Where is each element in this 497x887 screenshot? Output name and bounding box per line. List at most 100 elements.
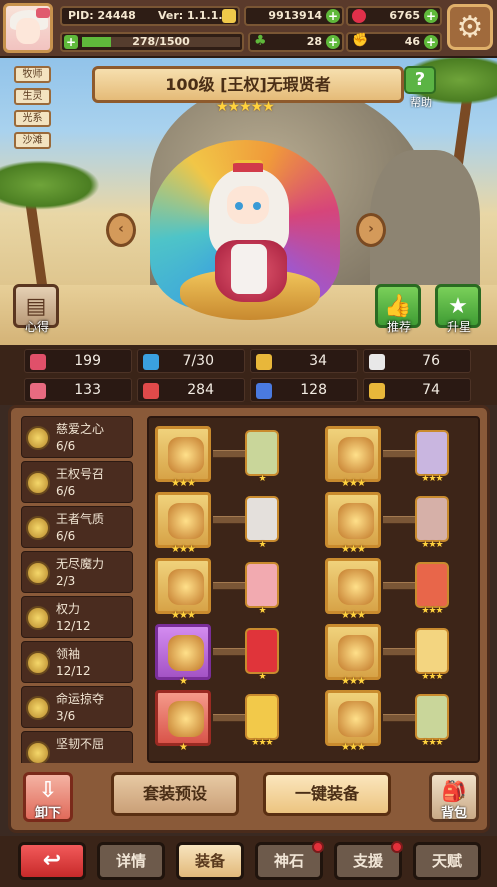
- unequip-button[interactable]: ⇩ 卸下: [23, 772, 73, 822]
- skill-item[interactable]: 王者气质 6/6: [21, 506, 133, 548]
- rune-slot[interactable]: ★★★: [415, 430, 449, 484]
- back-arrow-icon: ↩: [42, 848, 62, 873]
- skill-name: 无尽魔力: [56, 557, 105, 571]
- insight-label: 心得: [24, 320, 49, 334]
- skill-level: 12/12: [56, 619, 91, 633]
- preset-button[interactable]: 套装预设: [111, 772, 239, 816]
- stat-red-book: 284: [137, 378, 245, 402]
- rune-stars: ★: [258, 474, 266, 484]
- add-clover-button[interactable]: +: [326, 35, 340, 49]
- gear-icon: ⚙: [456, 9, 484, 45]
- insight-button[interactable]: ▤ 心得: [13, 284, 61, 334]
- skill-list[interactable]: 慈爱之心 6/6 王权号召 6/6 王者气质 6/6 无尽魔力 2/3 权力 12/12 领袖 12/…: [21, 416, 139, 763]
- rune-stars: ★★★: [421, 540, 443, 550]
- equipment-icon: [168, 635, 204, 671]
- tab-support[interactable]: 支援: [334, 841, 403, 880]
- flex-amount: 46: [404, 35, 420, 48]
- tab-support-label: 支援: [352, 852, 383, 870]
- recommend-button[interactable]: 👍 推荐: [375, 284, 423, 334]
- skill-level: 6/6: [56, 529, 76, 543]
- stat-value: 284: [187, 382, 214, 398]
- rune-slot[interactable]: ★: [245, 562, 279, 616]
- equipment-slot[interactable]: ★★★: [325, 492, 381, 555]
- notification-dot: [312, 841, 324, 853]
- rune-slot[interactable]: ★: [245, 628, 279, 682]
- rune-slot[interactable]: ★★★: [415, 562, 449, 616]
- rune-slot[interactable]: ★★★: [415, 694, 449, 748]
- skill-item[interactable]: 权力 12/12: [21, 596, 133, 638]
- skill-item[interactable]: 领袖 12/12: [21, 641, 133, 683]
- skill-item[interactable]: 坚韧不屈: [21, 731, 133, 763]
- stat-value: 74: [422, 382, 440, 398]
- slot-link: [383, 648, 415, 656]
- add-ruby-button[interactable]: +: [424, 9, 438, 23]
- star-up-button[interactable]: ★ 升星: [435, 284, 483, 334]
- flex-bar: ✊ 46 +: [346, 32, 442, 52]
- skill-name: 坚韧不屈: [56, 737, 105, 751]
- skill-item[interactable]: 无尽魔力 2/3: [21, 551, 133, 593]
- skill-level: 6/6: [56, 439, 76, 453]
- player-avatar[interactable]: [3, 3, 53, 53]
- equipment-slot[interactable]: ★★★: [325, 624, 381, 687]
- equipment-slot[interactable]: ★★★: [325, 690, 381, 753]
- back-button[interactable]: ↩: [18, 842, 86, 880]
- skill-item[interactable]: 慈爱之心 6/6: [21, 416, 133, 458]
- equipment-icon: [168, 503, 204, 539]
- backpack-icon: 🎒: [441, 779, 467, 803]
- equipment-icon: [338, 569, 374, 605]
- equipment-slot[interactable]: ★★★: [325, 426, 381, 489]
- skill-icon: [26, 516, 50, 540]
- equipment-slot[interactable]: ★★★: [155, 492, 211, 555]
- skill-name: 王权号召: [56, 467, 105, 481]
- exp-text: 278/1500: [132, 35, 190, 48]
- slot-link: [383, 714, 415, 722]
- slot-link: [213, 582, 245, 590]
- rune-slot[interactable]: ★★★: [415, 496, 449, 550]
- rune-slot[interactable]: ★: [245, 496, 279, 550]
- skill-item[interactable]: 命运掠夺 3/6: [21, 686, 133, 728]
- equipment-slot[interactable]: ★: [155, 690, 211, 753]
- rune-slot[interactable]: ★★★: [415, 628, 449, 682]
- skill-level: 3/6: [56, 709, 76, 723]
- equipment-icon: [338, 635, 374, 671]
- add-gold-button[interactable]: +: [326, 9, 340, 23]
- rune-slot[interactable]: ★: [245, 430, 279, 484]
- skill-item[interactable]: 王权号召 6/6: [21, 461, 133, 503]
- prev-hero-button[interactable]: ‹: [106, 213, 136, 247]
- tab-artifact[interactable]: 神石: [255, 841, 324, 880]
- ruby-amount: 6765: [389, 9, 420, 22]
- tab-talent[interactable]: 天赋: [413, 842, 481, 880]
- tab-details[interactable]: 详情: [97, 842, 165, 880]
- equipment-stars: ★★★: [171, 544, 196, 555]
- element-tag: 光系: [14, 110, 51, 127]
- hero-stars: ★★★★★: [216, 99, 275, 115]
- gold-bar: 9913914 +: [244, 6, 344, 26]
- rune-slot[interactable]: ★★★: [245, 694, 279, 748]
- stat-scroll: 128: [250, 378, 358, 402]
- add-flex-button[interactable]: +: [424, 35, 438, 49]
- strength-icon: ✊: [352, 33, 369, 48]
- skill-icon: [26, 606, 50, 630]
- settings-gear-button[interactable]: ⚙: [447, 4, 493, 50]
- skill-name: 权力: [56, 602, 81, 616]
- stat-horseshoe: 74: [363, 378, 471, 402]
- recommend-label: 推荐: [386, 320, 411, 334]
- exp-plus-icon[interactable]: +: [64, 35, 78, 49]
- bag-button[interactable]: 🎒 背包: [429, 772, 479, 822]
- skill-level: 6/6: [56, 484, 76, 498]
- equip-all-button[interactable]: 一键装备: [263, 772, 391, 816]
- equipment-slot[interactable]: ★★★: [155, 558, 211, 621]
- tab-equip[interactable]: 装备: [176, 842, 244, 880]
- stat-value: 128: [300, 382, 327, 398]
- equipment-icon: [168, 569, 204, 605]
- help-button[interactable]: ? 帮助: [404, 66, 438, 109]
- equipment-slot[interactable]: ★: [155, 624, 211, 687]
- rune-stars: ★★★: [421, 738, 443, 748]
- equipment-slot[interactable]: ★★★: [325, 558, 381, 621]
- arrow-right-icon: ›: [368, 221, 374, 237]
- stat-value: 7/30: [182, 353, 214, 369]
- next-hero-button[interactable]: ›: [356, 213, 386, 247]
- star-up-label: 升星: [446, 320, 471, 334]
- magic-book-icon: [30, 383, 46, 399]
- equipment-slot[interactable]: ★★★: [155, 426, 211, 489]
